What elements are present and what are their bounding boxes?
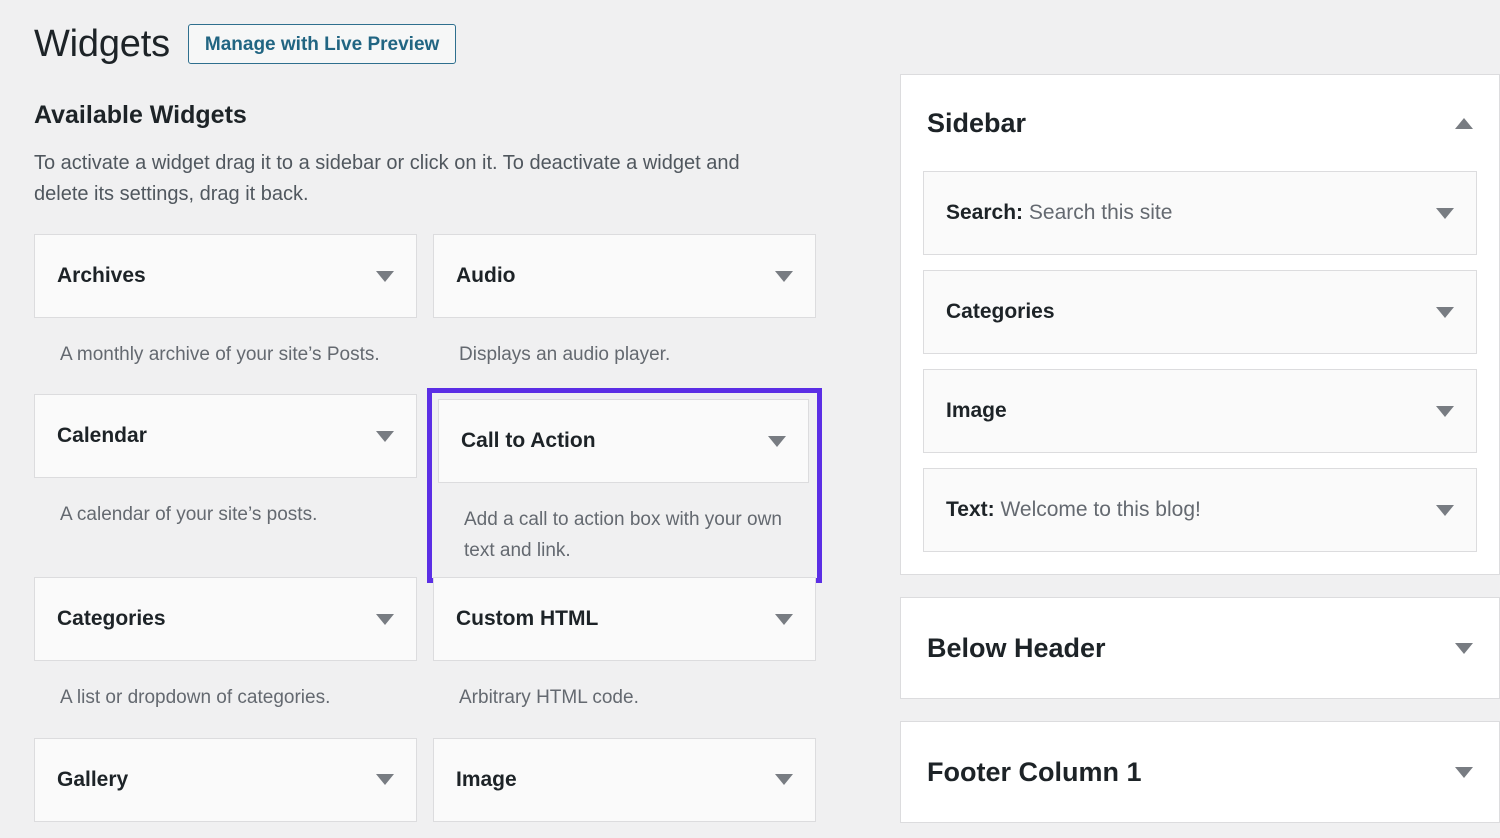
widget-card-audio[interactable]: Audio [433, 234, 816, 318]
widget-card-custom-html[interactable]: Custom HTML [433, 577, 816, 661]
sidebar-widget-value: Welcome to this blog! [995, 498, 1201, 521]
widgets-layout: Available Widgets To activate a widget d… [0, 74, 1500, 838]
chevron-down-icon[interactable] [1436, 307, 1454, 318]
widget-title: Categories [57, 607, 366, 631]
sidebar-widget-text[interactable]: Text: Welcome to this blog! [923, 468, 1477, 552]
available-widgets-column: Available Widgets To activate a widget d… [34, 74, 854, 822]
widget-card-categories[interactable]: Categories [34, 577, 417, 661]
widget-cell: Calendar A calendar of your site’s posts… [34, 394, 417, 577]
sidebar-area-header-sidebar[interactable]: Sidebar [901, 75, 1499, 171]
sidebar-area-below-header: Below Header [900, 597, 1500, 699]
widget-card-call-to-action[interactable]: Call to Action [438, 399, 809, 483]
sidebar-areas-column: Sidebar Search: Search this site Categor… [900, 74, 1500, 838]
page-title: Widgets [34, 25, 170, 63]
widget-cell: Gallery [34, 738, 417, 822]
available-widgets-heading: Available Widgets [34, 100, 854, 130]
chevron-up-icon[interactable] [1455, 118, 1473, 129]
widget-title: Custom HTML [456, 607, 765, 631]
sidebar-widget-type: Search: [946, 201, 1023, 224]
chevron-down-icon[interactable] [376, 774, 394, 785]
widget-description: A list or dropdown of categories. [34, 661, 417, 737]
sidebar-area-header-footer-column-1[interactable]: Footer Column 1 [901, 722, 1499, 822]
chevron-down-icon[interactable] [1455, 643, 1473, 654]
widget-description: Add a call to action box with your own t… [438, 483, 809, 572]
available-widgets-grid: Archives A monthly archive of your site’… [34, 234, 854, 822]
sidebar-widget-label: Image [946, 399, 1426, 423]
sidebar-widget-label: Text: Welcome to this blog! [946, 498, 1426, 522]
widget-card-image[interactable]: Image [433, 738, 816, 822]
chevron-down-icon[interactable] [1436, 406, 1454, 417]
sidebar-widget-type: Text: [946, 498, 995, 521]
widget-description: A calendar of your site’s posts. [34, 478, 417, 554]
widget-description: Arbitrary HTML code. [433, 661, 816, 737]
sidebar-area-title: Below Header [927, 633, 1445, 664]
sidebar-widget-label: Search: Search this site [946, 201, 1426, 225]
chevron-down-icon[interactable] [376, 614, 394, 625]
widget-cell: Image [433, 738, 816, 822]
chevron-down-icon[interactable] [775, 614, 793, 625]
widget-title: Gallery [57, 768, 366, 792]
sidebar-widget-type: Categories [946, 300, 1055, 323]
sidebar-widget-categories[interactable]: Categories [923, 270, 1477, 354]
widget-title: Image [456, 768, 765, 792]
widget-card-gallery[interactable]: Gallery [34, 738, 417, 822]
sidebar-area-title: Sidebar [927, 108, 1445, 139]
widget-title: Calendar [57, 424, 366, 448]
widget-cell: Audio Displays an audio player. [433, 234, 816, 394]
widget-card-archives[interactable]: Archives [34, 234, 417, 318]
widget-cell: Custom HTML Arbitrary HTML code. [433, 577, 816, 737]
sidebar-area-footer-column-1: Footer Column 1 [900, 721, 1500, 823]
widget-description: Displays an audio player. [433, 318, 816, 394]
chevron-down-icon[interactable] [376, 271, 394, 282]
sidebar-widget-type: Image [946, 399, 1007, 422]
chevron-down-icon[interactable] [775, 271, 793, 282]
widget-title: Audio [456, 264, 765, 288]
widget-title: Call to Action [461, 429, 758, 453]
sidebar-area-header-below-header[interactable]: Below Header [901, 598, 1499, 698]
chevron-down-icon[interactable] [768, 436, 786, 447]
widget-description: A monthly archive of your site’s Posts. [34, 318, 417, 394]
widget-title: Archives [57, 264, 366, 288]
chevron-down-icon[interactable] [376, 431, 394, 442]
manage-with-live-preview-button[interactable]: Manage with Live Preview [188, 24, 456, 64]
sidebar-area-sidebar: Sidebar Search: Search this site Categor… [900, 74, 1500, 575]
widget-cell: Call to Action Add a call to action box … [433, 394, 816, 577]
available-widgets-description: To activate a widget drag it to a sideba… [34, 148, 774, 210]
chevron-down-icon[interactable] [1436, 208, 1454, 219]
widget-card-calendar[interactable]: Calendar [34, 394, 417, 478]
chevron-down-icon[interactable] [1455, 767, 1473, 778]
widget-cell: Categories A list or dropdown of categor… [34, 577, 417, 737]
sidebar-area-title: Footer Column 1 [927, 757, 1445, 788]
highlight-annotation-box: Call to Action Add a call to action box … [427, 388, 822, 583]
page-header: Widgets Manage with Live Preview [0, 0, 1500, 74]
sidebar-widget-image[interactable]: Image [923, 369, 1477, 453]
chevron-down-icon[interactable] [1436, 505, 1454, 516]
chevron-down-icon[interactable] [775, 774, 793, 785]
widget-cell: Archives A monthly archive of your site’… [34, 234, 417, 394]
sidebar-area-widget-list: Search: Search this site Categories Imag… [901, 171, 1499, 574]
sidebar-widget-search[interactable]: Search: Search this site [923, 171, 1477, 255]
sidebar-widget-label: Categories [946, 300, 1426, 324]
sidebar-widget-value: Search this site [1023, 201, 1172, 224]
